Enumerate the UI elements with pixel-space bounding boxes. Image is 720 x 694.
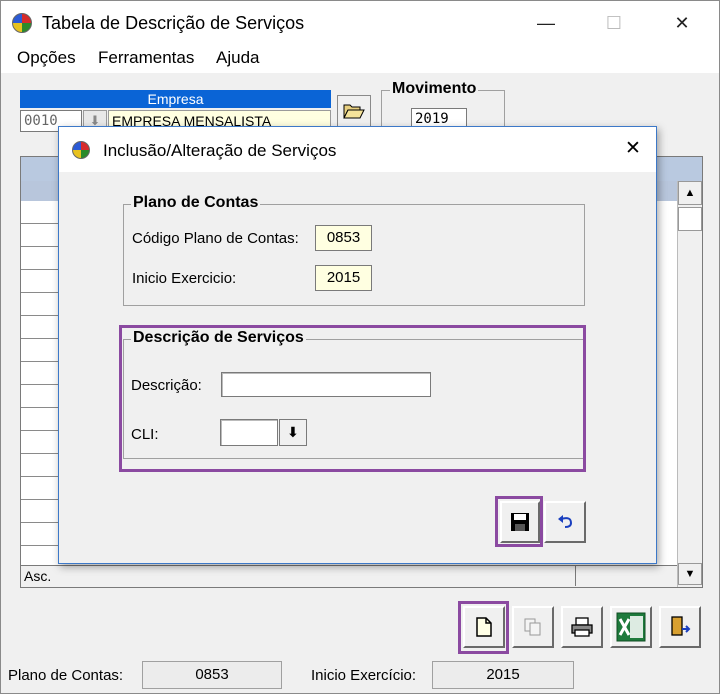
maximize-button[interactable]: ☐: [591, 9, 637, 37]
grid-scrollbar[interactable]: ▲ ▼: [677, 181, 702, 587]
open-folder-icon: [343, 104, 365, 119]
copy-icon: [524, 618, 541, 636]
codigo-plano-value: 0853: [315, 225, 372, 251]
descricao-input[interactable]: [221, 372, 431, 397]
dialog-title-bar: Inclusão/Alteração de Serviços ✕: [59, 127, 656, 172]
cli-select[interactable]: [220, 419, 278, 446]
exit-button[interactable]: [659, 606, 701, 648]
cli-label: CLI:: [131, 426, 159, 443]
save-button-highlight: [495, 496, 543, 547]
minimize-button[interactable]: —: [523, 9, 569, 37]
dialog-app-icon: [72, 141, 90, 159]
scroll-thumb[interactable]: [678, 207, 702, 231]
new-button-highlight: [458, 601, 509, 654]
exit-door-icon: [671, 616, 691, 636]
scroll-down-icon[interactable]: ▼: [678, 563, 702, 585]
empresa-header: Empresa: [20, 90, 331, 108]
descricao-group-highlight: [119, 325, 586, 472]
title-bar: Tabela de Descrição de Serviços — ☐ ✕: [1, 1, 719, 43]
status-inicio-label: Inicio Exercício:: [311, 667, 417, 684]
menu-ferramentas[interactable]: Ferramentas: [98, 48, 194, 68]
close-button[interactable]: ✕: [659, 9, 705, 37]
codigo-plano-label: Código Plano de Contas:: [132, 230, 299, 247]
scroll-up-icon[interactable]: ▲: [678, 181, 702, 205]
open-folder-button[interactable]: [337, 95, 371, 127]
status-plano-value: 0853: [142, 661, 282, 689]
dialog-close-button[interactable]: ✕: [619, 137, 647, 161]
undo-arrow-icon: [558, 515, 573, 528]
menu-opcoes[interactable]: Opções: [17, 48, 76, 68]
grid-sort-label: Asc.: [24, 568, 52, 584]
status-inicio-value: 2015: [432, 661, 574, 689]
excel-export-button[interactable]: [610, 606, 652, 648]
cli-dropdown-icon[interactable]: ⬇: [279, 419, 307, 446]
copy-button[interactable]: [512, 606, 554, 648]
excel-icon: [616, 612, 646, 642]
inicio-exercicio-label: Inicio Exercicio:: [132, 270, 237, 287]
inclusion-dialog: Inclusão/Alteração de Serviços ✕ Plano d…: [58, 126, 657, 564]
print-button[interactable]: [561, 606, 603, 648]
dialog-title: Inclusão/Alteração de Serviços: [103, 141, 337, 160]
descricao-label: Descrição:: [131, 377, 202, 394]
inicio-exercicio-value: 2015: [315, 265, 372, 291]
undo-button[interactable]: [544, 501, 586, 543]
status-plano-label: Plano de Contas:: [8, 667, 124, 684]
plano-contas-title: Plano de Contas: [131, 194, 261, 212]
window-title: Tabela de Descrição de Serviços: [42, 13, 305, 33]
app-icon: [12, 13, 32, 33]
movimento-label: Movimento: [390, 80, 479, 98]
printer-icon: [571, 617, 593, 637]
grid-footer: Asc.: [21, 565, 677, 587]
menu-bar: Opções Ferramentas Ajuda: [1, 43, 719, 73]
menu-ajuda[interactable]: Ajuda: [216, 48, 259, 68]
